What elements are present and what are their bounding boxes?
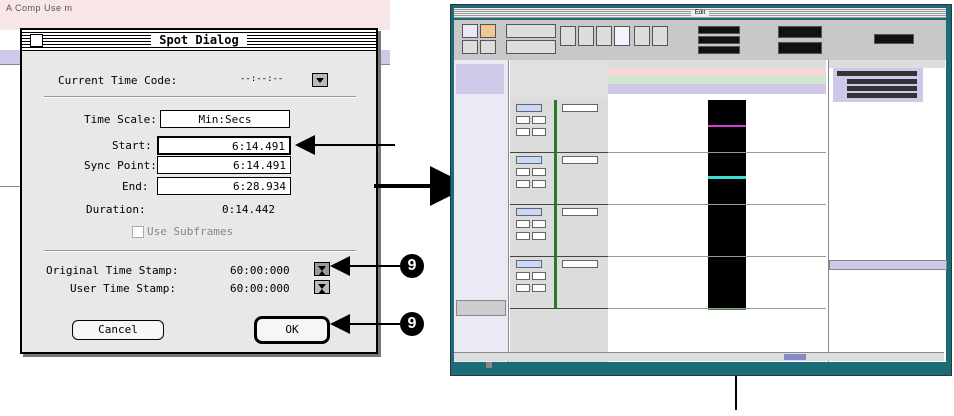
track-meter [554, 100, 557, 152]
nudge-display [874, 34, 914, 44]
track-header[interactable] [510, 204, 608, 257]
region-list-item[interactable] [847, 79, 917, 84]
callout-9-ok: 9 [400, 312, 424, 336]
length-counter [698, 46, 740, 54]
mode-slip-button[interactable] [480, 24, 496, 38]
record-button[interactable] [516, 116, 530, 124]
audio-region[interactable] [708, 152, 746, 204]
mode-shuffle-button[interactable] [462, 24, 478, 38]
audio-region[interactable] [708, 204, 746, 256]
track-meter [554, 256, 557, 308]
record-button[interactable] [516, 220, 530, 228]
timeline-ruler[interactable] [608, 60, 826, 68]
edit-window-title: Edit [454, 8, 946, 18]
region-waveform [708, 125, 746, 127]
track-meter [554, 204, 557, 256]
solo-button[interactable] [532, 168, 546, 176]
solo-button[interactable] [532, 116, 546, 124]
view-button[interactable] [532, 284, 546, 292]
window-grow-box[interactable] [486, 362, 492, 368]
tempo-ruler[interactable] [608, 76, 826, 84]
view-button[interactable] [532, 128, 546, 136]
zoom-presets[interactable] [506, 40, 556, 54]
mode-grid-button[interactable] [480, 40, 496, 54]
solo-button[interactable] [532, 272, 546, 280]
groups-list-header[interactable] [456, 300, 506, 316]
mute-button[interactable] [516, 232, 530, 240]
regions-list-header[interactable] [829, 60, 945, 68]
pencil-tool-icon[interactable] [652, 26, 668, 46]
track-name-button[interactable] [516, 156, 542, 164]
track-header[interactable] [510, 256, 608, 309]
track-divider [608, 256, 826, 257]
mute-button[interactable] [516, 128, 530, 136]
selector-tool-icon[interactable] [596, 26, 612, 46]
sub-counter [778, 42, 822, 54]
audio-regions-list [828, 60, 947, 362]
regions-sort-bar[interactable] [829, 260, 947, 270]
horizontal-scrollbar[interactable] [454, 352, 944, 361]
view-button[interactable] [532, 180, 546, 188]
grabber-tool-icon[interactable] [614, 26, 630, 46]
solo-button[interactable] [532, 220, 546, 228]
zoom-buttons[interactable] [506, 24, 556, 38]
record-button[interactable] [516, 272, 530, 280]
track-name-button[interactable] [516, 208, 542, 216]
zoomer-tool-icon[interactable] [560, 26, 576, 46]
voice-select[interactable] [562, 104, 598, 112]
end-counter [698, 36, 740, 44]
voice-select[interactable] [562, 208, 598, 216]
audio-region[interactable] [708, 100, 746, 152]
audio-region[interactable] [708, 256, 746, 310]
track-list-items[interactable] [456, 64, 504, 94]
ruler-controls [510, 60, 608, 98]
trimmer-tool-icon[interactable] [578, 26, 594, 46]
mute-button[interactable] [516, 180, 530, 188]
region-list-item[interactable] [837, 71, 917, 76]
track-header[interactable] [510, 152, 608, 205]
mode-spot-button[interactable] [462, 40, 478, 54]
track-divider [608, 152, 826, 153]
track-controls-column [510, 60, 608, 362]
track-name-button[interactable] [516, 260, 542, 268]
region-list-item[interactable] [847, 86, 917, 91]
main-counter [778, 26, 822, 38]
region-waveform [708, 176, 746, 179]
start-counter [698, 26, 740, 34]
marker-ruler[interactable] [608, 68, 826, 76]
track-divider [608, 204, 826, 205]
view-button[interactable] [532, 232, 546, 240]
scroll-thumb[interactable] [784, 354, 806, 360]
voice-select[interactable] [562, 260, 598, 268]
record-button[interactable] [516, 168, 530, 176]
track-divider [608, 308, 826, 309]
scrubber-tool-icon[interactable] [634, 26, 650, 46]
track-meter [554, 152, 557, 204]
edit-toolbar [454, 20, 946, 60]
meter-ruler[interactable] [608, 84, 826, 94]
region-list-item[interactable] [847, 93, 917, 98]
track-name-button[interactable] [516, 104, 542, 112]
timeline-area[interactable] [608, 60, 826, 360]
mute-button[interactable] [516, 284, 530, 292]
track-header[interactable] [510, 100, 608, 153]
voice-select[interactable] [562, 156, 598, 164]
callout-9-stamp: 9 [400, 254, 424, 278]
show-hide-track-list [454, 60, 509, 362]
regions-list-items [833, 68, 923, 102]
